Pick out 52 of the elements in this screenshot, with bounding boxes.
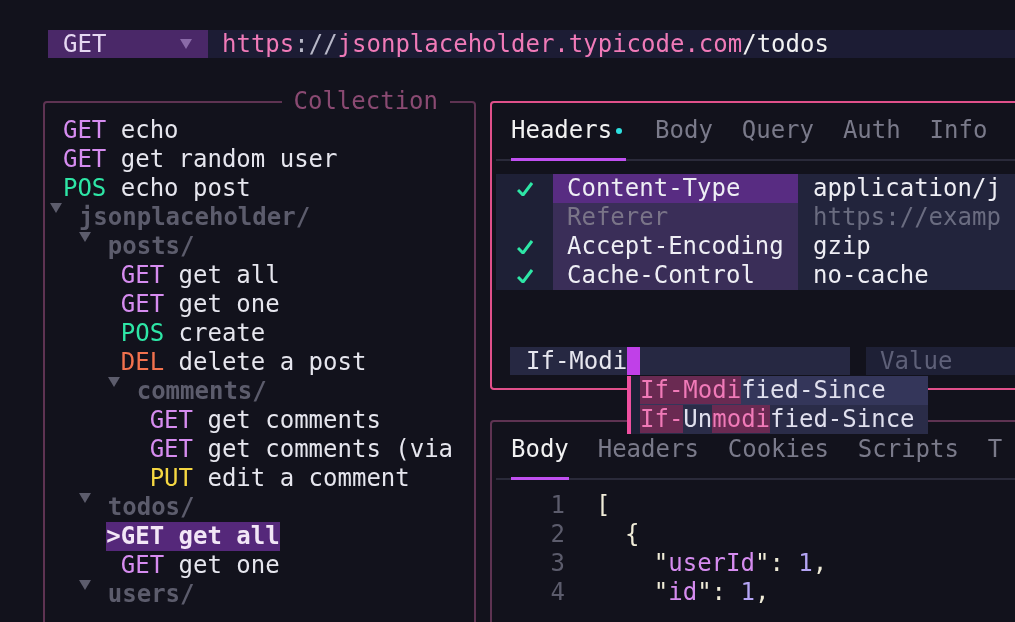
request-item[interactable]: GET get one [106, 551, 280, 580]
request-item[interactable]: GET get one [106, 290, 280, 319]
tab[interactable]: Query [741, 116, 814, 161]
expand-icon[interactable] [107, 377, 120, 387]
header-name-input[interactable]: If-Modi [510, 347, 851, 375]
tab[interactable]: Headers [597, 435, 699, 480]
url-field[interactable]: https://jsonplaceholder.typicode.com/todos [208, 30, 1015, 58]
tab[interactable]: Cookies [727, 435, 829, 480]
header-value-cell[interactable]: no-cache [798, 261, 1015, 290]
line-number: 2 [549, 520, 565, 549]
request-item[interactable]: POS echo post [48, 174, 251, 203]
code-line: { [623, 520, 640, 549]
tab[interactable]: Body [511, 435, 569, 480]
check-icon [516, 239, 533, 254]
request-item[interactable]: GET get comments (via [135, 435, 454, 464]
expand-icon[interactable] [78, 580, 91, 590]
line-number: 1 [549, 491, 565, 520]
tab[interactable]: Body [655, 116, 713, 161]
line-number: 4 [549, 578, 565, 607]
header-value-cell[interactable]: application/j [798, 174, 1015, 203]
header-name-cell[interactable]: Content-Type [553, 174, 798, 203]
tab[interactable]: Info [929, 116, 988, 161]
suggestion-item[interactable]: If-Modified-Since [640, 376, 928, 405]
code-line: [ [595, 491, 611, 520]
request-item[interactable]: DEL delete a post [106, 348, 367, 377]
method-select[interactable]: GET [48, 30, 208, 58]
request-item[interactable]: POS create [106, 319, 266, 348]
tab[interactable]: Auth [842, 116, 901, 161]
header-name-cell[interactable]: Cache-Control [553, 261, 798, 290]
caret-icon [180, 39, 192, 49]
expand-icon[interactable] [50, 203, 62, 213]
tab[interactable]: Headers [511, 116, 627, 161]
header-name-cell[interactable]: Accept-Encoding [553, 232, 798, 261]
tab[interactable]: T [987, 435, 1003, 480]
code-line: "userId": 1, [652, 549, 828, 578]
suggestion-item[interactable]: If-Unmodified-Since [640, 405, 928, 434]
checkbox-cell[interactable] [496, 261, 553, 290]
line-number: 3 [549, 549, 565, 578]
code-line: "id": 1, [652, 578, 770, 607]
check-icon [516, 268, 533, 283]
check-icon [516, 181, 533, 196]
request-item[interactable]: GET get random user [48, 145, 338, 174]
request-item[interactable]: GET get comments [135, 406, 381, 435]
expand-icon[interactable] [78, 232, 91, 242]
request-item[interactable]: GET echo [48, 116, 179, 145]
header-value-cell[interactable]: gzip [798, 232, 1015, 261]
tab[interactable]: Scripts [857, 435, 959, 480]
request-item[interactable]: >GET get all [106, 522, 280, 551]
request-item[interactable]: PUT edit a comment [135, 464, 410, 493]
request-item[interactable]: GET get all [106, 261, 280, 290]
expand-icon[interactable] [78, 493, 91, 503]
checkbox-cell[interactable] [496, 174, 553, 203]
